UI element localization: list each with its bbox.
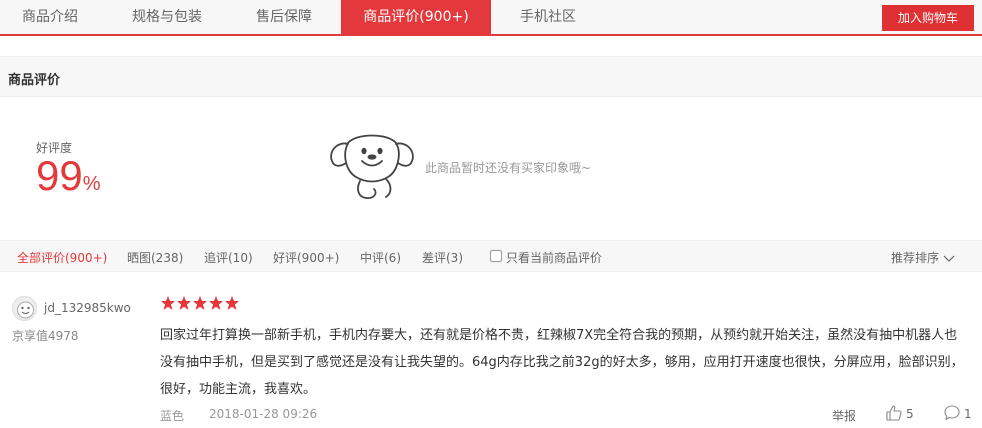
review-date: 2018-01-28 09:26 xyxy=(209,407,318,421)
rating-unit: % xyxy=(82,173,101,195)
comment-count: 1 xyxy=(964,407,972,421)
tab-product-intro[interactable]: 商品介绍 xyxy=(22,0,78,34)
review-text: 回家过年打算换一部新手机，手机内存要大，还有就是价格不贵，红辣椒7X完全符合我的… xyxy=(160,328,964,397)
filter-positive[interactable]: 好评(900+) xyxy=(273,249,339,266)
filter-negative[interactable]: 差评(3) xyxy=(422,249,463,266)
product-tab-bar: 商品介绍 规格与包装 售后保障 商品评价(900+) 手机社区 加入购物车 xyxy=(0,0,982,36)
only-current-checkbox[interactable] xyxy=(490,250,502,262)
tab-after-sales[interactable]: 售后保障 xyxy=(256,0,312,34)
thumbs-up-icon[interactable] xyxy=(885,404,903,425)
star-icon xyxy=(177,296,191,310)
star-icon xyxy=(161,296,175,310)
chevron-down-icon[interactable] xyxy=(943,252,955,266)
star-icon xyxy=(193,296,207,310)
tab-specs-packaging[interactable]: 规格与包装 xyxy=(132,0,202,34)
star-icon xyxy=(209,296,223,310)
like-count: 5 xyxy=(906,407,914,421)
impressions-empty-text: 此商品暂时还没有买家印象哦~ xyxy=(425,161,592,175)
avatar-icon[interactable] xyxy=(12,296,37,321)
review-username[interactable]: jd_132985kwo xyxy=(44,301,131,315)
review-filter-bar: 全部评价(900+) 晒图(238) 追评(10) 好评(900+) 中评(6)… xyxy=(0,240,982,272)
section-header: 商品评价 xyxy=(0,56,982,97)
filter-all[interactable]: 全部评价(900+) xyxy=(17,249,107,266)
filter-photos[interactable]: 晒图(238) xyxy=(127,249,183,266)
rating-value: 99 xyxy=(36,152,83,199)
section-title: 商品评价 xyxy=(8,73,61,88)
tab-phone-community[interactable]: 手机社区 xyxy=(520,0,576,34)
rating-percent: 99% xyxy=(36,152,101,200)
review-star-rating xyxy=(160,295,242,314)
report-button[interactable]: 举报 xyxy=(832,407,856,424)
review-user-level: 京享值4978 xyxy=(12,329,79,343)
star-icon xyxy=(225,296,239,310)
comment-icon[interactable] xyxy=(943,404,961,425)
sort-dropdown[interactable]: 推荐排序 xyxy=(891,249,939,266)
filter-followup[interactable]: 追评(10) xyxy=(204,249,253,266)
filter-neutral[interactable]: 中评(6) xyxy=(360,249,401,266)
only-current-label: 只看当前商品评价 xyxy=(506,251,603,265)
add-to-cart-button[interactable]: 加入购物车 xyxy=(882,5,974,31)
tab-reviews[interactable]: 商品评价(900+) xyxy=(341,0,491,34)
mascot-icon xyxy=(326,127,418,204)
review-product-spec: 蓝色 xyxy=(160,409,185,423)
